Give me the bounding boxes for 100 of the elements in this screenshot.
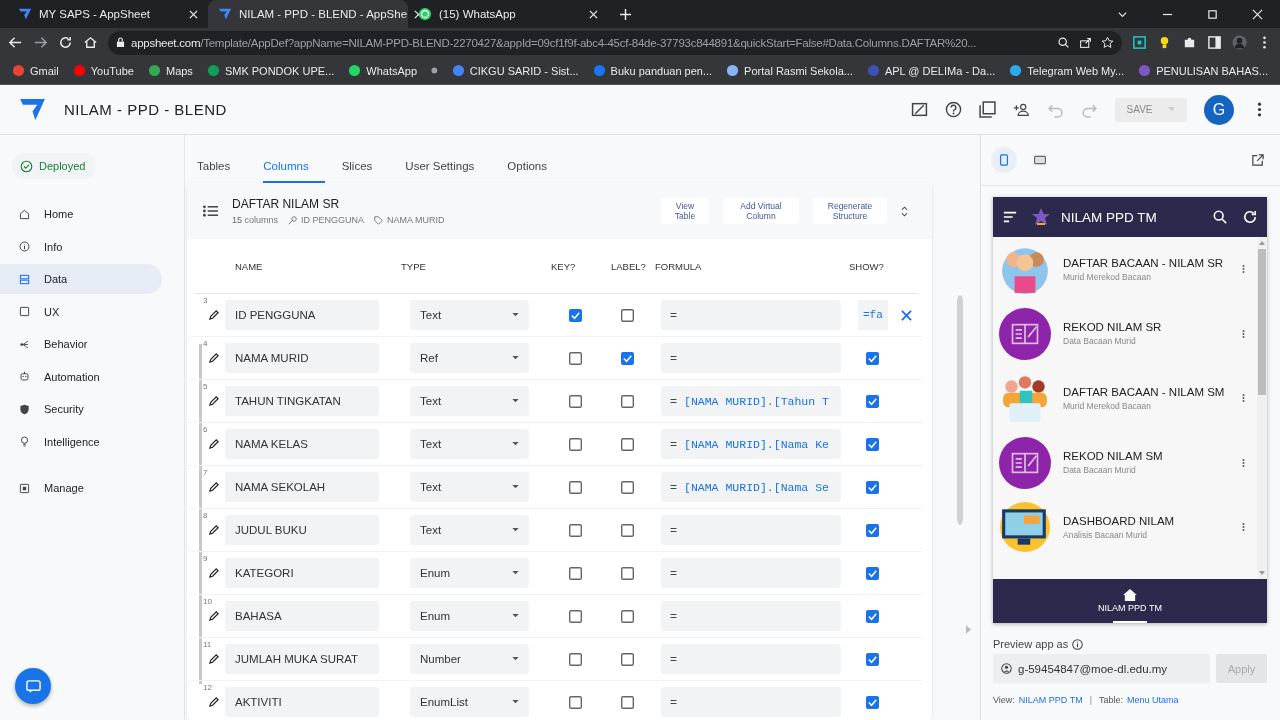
bookmark[interactable]: Buku panduan pen...	[592, 64, 713, 77]
table-action-button[interactable]: Add Virtual Column	[723, 197, 799, 225]
table-link[interactable]: Menu Utama	[1127, 695, 1179, 705]
type-dropdown[interactable]: Enum	[410, 601, 529, 631]
key-checkbox[interactable]	[568, 523, 582, 537]
type-dropdown[interactable]: Text	[410, 300, 529, 330]
expand-icon[interactable]	[901, 204, 908, 218]
help-icon[interactable]	[945, 101, 962, 118]
table-action-button[interactable]: View Table	[661, 197, 709, 225]
column-name-field[interactable]: KATEGORI	[225, 558, 379, 588]
key-checkbox[interactable]	[568, 695, 582, 709]
pencil-icon[interactable]	[208, 395, 219, 407]
key-checkbox[interactable]	[568, 609, 582, 623]
more-vertical-icon[interactable]	[1242, 264, 1245, 275]
browser-tab[interactable]: MY SAPS - AppSheet	[8, 0, 208, 28]
key-checkbox[interactable]	[568, 394, 582, 408]
pencil-icon[interactable]	[208, 696, 219, 708]
type-dropdown[interactable]: Text	[410, 429, 529, 459]
chevron-down-icon[interactable]	[1117, 9, 1128, 20]
show-checkbox[interactable]	[866, 394, 879, 408]
type-dropdown[interactable]: Enum	[410, 558, 529, 588]
key-checkbox[interactable]	[568, 566, 582, 580]
column-name-field[interactable]: JUMLAH MUKA SURAT	[225, 644, 379, 674]
maximize-icon[interactable]	[1207, 9, 1218, 20]
sidebar-item[interactable]: Security	[0, 394, 162, 424]
column-name-field[interactable]: AKTIVITI	[225, 687, 379, 717]
formula-field[interactable]: = [NAMA MURID].[Nama Se	[661, 472, 841, 502]
label-checkbox[interactable]	[620, 437, 634, 451]
show-checkbox[interactable]	[866, 437, 879, 451]
pencil-icon[interactable]	[208, 653, 219, 665]
bookmark[interactable]: APL @ DELIMa - Da...	[866, 64, 996, 77]
add-person-icon[interactable]	[1013, 101, 1030, 118]
zoom-icon[interactable]	[1057, 36, 1070, 49]
type-dropdown[interactable]: Text	[410, 386, 529, 416]
phone-view-button[interactable]	[991, 147, 1017, 173]
account-avatar[interactable]: G	[1204, 94, 1234, 125]
key-checkbox[interactable]	[568, 437, 582, 451]
show-checkbox[interactable]	[866, 566, 879, 580]
column-name-field[interactable]: TAHUN TINGKATAN	[225, 386, 379, 416]
preview-icon[interactable]	[911, 101, 928, 118]
star-icon[interactable]	[1101, 36, 1114, 49]
profile-avatar-icon[interactable]	[1232, 35, 1247, 50]
pencil-icon[interactable]	[208, 567, 219, 579]
view-link[interactable]: NILAM PPD TM	[1018, 695, 1083, 705]
pencil-icon[interactable]	[208, 524, 219, 536]
pencil-icon[interactable]	[208, 438, 219, 450]
bookmark[interactable]: YouTube	[72, 64, 134, 77]
forward-arrow-icon[interactable]	[33, 35, 48, 50]
label-checkbox[interactable]	[620, 609, 634, 623]
more-vertical-icon[interactable]	[1242, 393, 1245, 404]
tab[interactable]: Options	[507, 159, 563, 183]
sidebar-item[interactable]: UX	[0, 296, 162, 327]
formula-field[interactable]: = [NAMA MURID].[Tahun T	[661, 386, 841, 416]
formula-field[interactable]: = [NAMA MURID].[Nama Ke	[661, 429, 841, 459]
pencil-icon[interactable]	[208, 610, 219, 622]
reload-icon[interactable]	[58, 35, 73, 50]
type-dropdown[interactable]: Text	[410, 515, 529, 545]
back-arrow-icon[interactable]	[8, 35, 23, 50]
bookmark[interactable]: Maps	[147, 64, 193, 77]
menu-list-item[interactable]: DAFTAR BACAAN - NILAM SR Murid Merekod Bacaan	[993, 237, 1257, 302]
formula-field[interactable]: =	[661, 558, 841, 588]
bookmark[interactable]: Portal Rasmi Sekola...	[726, 64, 853, 77]
type-dropdown[interactable]: EnumList	[410, 687, 529, 717]
show-checkbox[interactable]	[866, 351, 879, 365]
menu-list-item[interactable]: DAFTAR BACAAN - NILAM SM Murid Merekod Bacaan	[993, 366, 1257, 431]
type-dropdown[interactable]: Ref	[410, 343, 529, 373]
show-checkbox[interactable]	[866, 652, 879, 666]
formula-field[interactable]: =	[661, 515, 841, 545]
preview-user-field[interactable]: g-59454847@moe-dl.edu.my	[993, 654, 1210, 683]
table-action-button[interactable]: Regenerate Structure	[813, 197, 887, 225]
column-name-field[interactable]: NAMA SEKOLAH	[225, 472, 379, 502]
formula-field[interactable]: =	[661, 644, 841, 674]
address-field[interactable]: appsheet.com/Template/AppDef?appName=NILAM-PPD-BLEND-2270427&appId=09cf1f9f-abc4-45cf-84de-37793c844891&quickStart=False#Data.Columns.DAFTAR%20...	[108, 30, 1122, 55]
sidebar-item[interactable]: Manage	[0, 473, 162, 503]
show-checkbox[interactable]	[866, 695, 879, 709]
refresh-icon[interactable]	[1243, 210, 1257, 224]
menu-icon[interactable]	[1003, 210, 1017, 224]
bookmark[interactable]: Gmail	[12, 64, 59, 77]
key-checkbox[interactable]	[568, 351, 582, 365]
label-checkbox[interactable]	[620, 523, 634, 537]
formula-field[interactable]: =	[661, 343, 841, 373]
label-checkbox[interactable]	[620, 394, 634, 408]
tab[interactable]: Tables	[197, 159, 247, 183]
bookmark[interactable]: Telegram Web My...	[1009, 64, 1125, 77]
more-vertical-icon[interactable]	[1242, 457, 1245, 468]
label-checkbox[interactable]	[620, 695, 634, 709]
more-vertical-icon[interactable]	[1242, 522, 1245, 533]
sidebar-item[interactable]: Info	[0, 231, 162, 262]
search-icon[interactable]	[1213, 210, 1227, 224]
label-checkbox[interactable]	[620, 480, 634, 494]
pencil-icon[interactable]	[208, 352, 219, 364]
show-checkbox[interactable]	[866, 523, 879, 537]
label-checkbox[interactable]	[620, 308, 634, 322]
type-dropdown[interactable]: Number	[410, 644, 529, 674]
pencil-icon[interactable]	[208, 481, 219, 493]
menu-list-item[interactable]: DASHBOARD NILAM Analisis Bacaan Murid	[993, 495, 1257, 560]
bookmark[interactable]: WhatsApp	[348, 64, 418, 77]
sidebar-item[interactable]: Automation	[0, 361, 162, 392]
key-checkbox[interactable]	[568, 480, 582, 494]
key-checkbox[interactable]	[568, 652, 582, 666]
